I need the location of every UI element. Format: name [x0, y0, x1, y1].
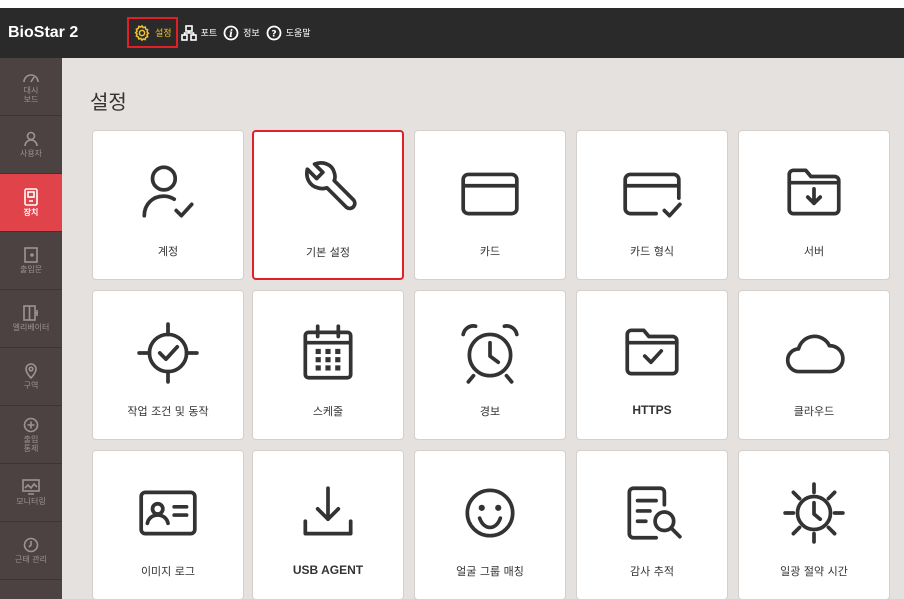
tile-usb-agent[interactable]: USB AGENT: [252, 450, 404, 599]
tile-label: 카드: [479, 245, 501, 258]
tile-label: 이미지 로그: [140, 565, 196, 578]
elevator-icon: [23, 305, 38, 321]
sidebar-item-user[interactable]: 사용자: [0, 116, 62, 174]
account-icon: [142, 165, 194, 218]
nav-help-label: 도움말: [285, 29, 311, 39]
sidebar-item-elevator[interactable]: 엘리베이터: [0, 290, 62, 348]
nav-settings[interactable]: 설정: [127, 17, 178, 48]
tile-https[interactable]: HTTPS: [576, 290, 728, 440]
sidebar-item-monitoring[interactable]: 모니터링: [0, 464, 62, 522]
tile-schedule[interactable]: 스케줄: [252, 290, 404, 440]
tile-label: 카드 형식: [630, 245, 674, 258]
nav-ports[interactable]: 포트: [178, 17, 221, 48]
sidebar-item-label: 장치: [23, 208, 39, 217]
zone-icon: [25, 363, 37, 379]
gear-icon: [134, 24, 150, 41]
audit-trail-icon: [627, 486, 682, 540]
tile-face-group-matching[interactable]: 얼굴 그룹 매칭: [414, 450, 566, 599]
trigger-action-icon: [137, 322, 199, 384]
calendar-icon: [303, 324, 353, 380]
sidebar-item-label: 모니터링: [16, 497, 46, 506]
top-bar: BioStar 2 설정 포트 i 정보 ? 도움말: [0, 8, 904, 58]
svg-text:i: i: [229, 29, 233, 40]
nav-help[interactable]: ? 도움말: [263, 17, 314, 48]
tile-cloud[interactable]: 클라우드: [738, 290, 890, 440]
door-icon: [24, 247, 38, 263]
usb-download-icon: [303, 486, 353, 536]
nav-info[interactable]: i 정보: [220, 17, 263, 48]
monitoring-icon: [22, 479, 40, 495]
tile-account[interactable]: 계정: [92, 130, 244, 280]
sidebar-item-access-control[interactable]: 출입 통제: [0, 406, 62, 464]
tile-label: 얼굴 그룹 매칭: [456, 565, 524, 578]
port-icon: [180, 24, 197, 41]
help-icon: ?: [266, 25, 282, 40]
sidebar-item-label: 사용자: [19, 149, 43, 158]
sidebar-item-label: 구역: [23, 381, 39, 390]
nav-ports-label: 포트: [200, 29, 218, 39]
wrench-icon: [305, 161, 357, 211]
cloud-icon: [785, 334, 845, 374]
sidebar-item-label: 엘리베이터: [12, 323, 50, 332]
sidebar-item-door[interactable]: 출입문: [0, 232, 62, 290]
page-title: 설정: [90, 90, 127, 114]
device-icon: [24, 188, 38, 206]
sidebar-item-label: 출입문: [19, 265, 43, 274]
tile-image-log[interactable]: 이미지 로그: [92, 450, 244, 599]
sidebar-item-dashboard[interactable]: 대시 보드: [0, 58, 62, 116]
tile-label: 감사 추적: [630, 565, 674, 578]
tile-label: 작업 조건 및 동작: [127, 405, 209, 418]
tile-audit-trail[interactable]: 감사 추적: [576, 450, 728, 599]
dashboard-icon: [23, 73, 39, 82]
daylight-saving-icon: [783, 482, 845, 544]
tile-card-format[interactable]: 카드 형식: [576, 130, 728, 280]
sidebar-item-zone[interactable]: 구역: [0, 348, 62, 406]
tile-label: 일광 절약 시간: [780, 565, 848, 578]
access-control-icon: [23, 417, 39, 432]
sidebar: 대시 보드 사용자 장치 출입문 엘리베이터 구역 출입 통제 모니터링 근태 …: [0, 58, 62, 599]
sidebar-item-label: 근태 관리: [15, 555, 47, 564]
user-icon: [24, 131, 38, 147]
nav-info-label: 정보: [243, 29, 260, 39]
card-icon: [461, 172, 519, 216]
nav-settings-label: 설정: [155, 29, 172, 39]
tile-label: USB AGENT: [292, 563, 364, 577]
sidebar-item-time-attendance[interactable]: 근태 관리: [0, 522, 62, 580]
info-icon: i: [223, 25, 239, 40]
main-content: 설정 계정 기본 설정 카드 카드 형식 서버 작업 조건 및 동작 스케줄 경…: [62, 58, 904, 599]
server-folder-icon: [787, 168, 841, 216]
tile-alarm[interactable]: 경보: [414, 290, 566, 440]
app-logo[interactable]: BioStar 2: [8, 24, 78, 42]
alarm-clock-icon: [461, 324, 519, 384]
tile-label: 기본 설정: [306, 246, 350, 259]
https-folder-icon: [625, 328, 679, 376]
card-format-icon: [623, 172, 682, 218]
tile-trigger-action[interactable]: 작업 조건 및 동작: [92, 290, 244, 440]
face-smile-icon: [465, 488, 515, 538]
time-attendance-icon: [23, 537, 39, 553]
tile-label: HTTPS: [632, 403, 672, 417]
svg-text:?: ?: [271, 29, 276, 39]
sidebar-item-device[interactable]: 장치: [0, 174, 62, 232]
tile-daylight-saving[interactable]: 일광 절약 시간: [738, 450, 890, 599]
top-nav: 설정 포트 i 정보 ? 도움말: [127, 17, 314, 48]
tile-label: 스케줄: [312, 405, 344, 418]
tile-basic-settings[interactable]: 기본 설정: [252, 130, 404, 280]
tile-label: 계정: [157, 245, 179, 258]
sidebar-item-label: 출입 통제: [23, 434, 39, 453]
tile-card[interactable]: 카드: [414, 130, 566, 280]
tile-label: 클라우드: [793, 405, 835, 418]
tile-label: 서버: [803, 245, 825, 258]
image-log-icon: [139, 490, 197, 536]
sidebar-item-label: 대시 보드: [23, 85, 39, 104]
tile-server[interactable]: 서버: [738, 130, 890, 280]
tile-label: 경보: [479, 405, 501, 418]
